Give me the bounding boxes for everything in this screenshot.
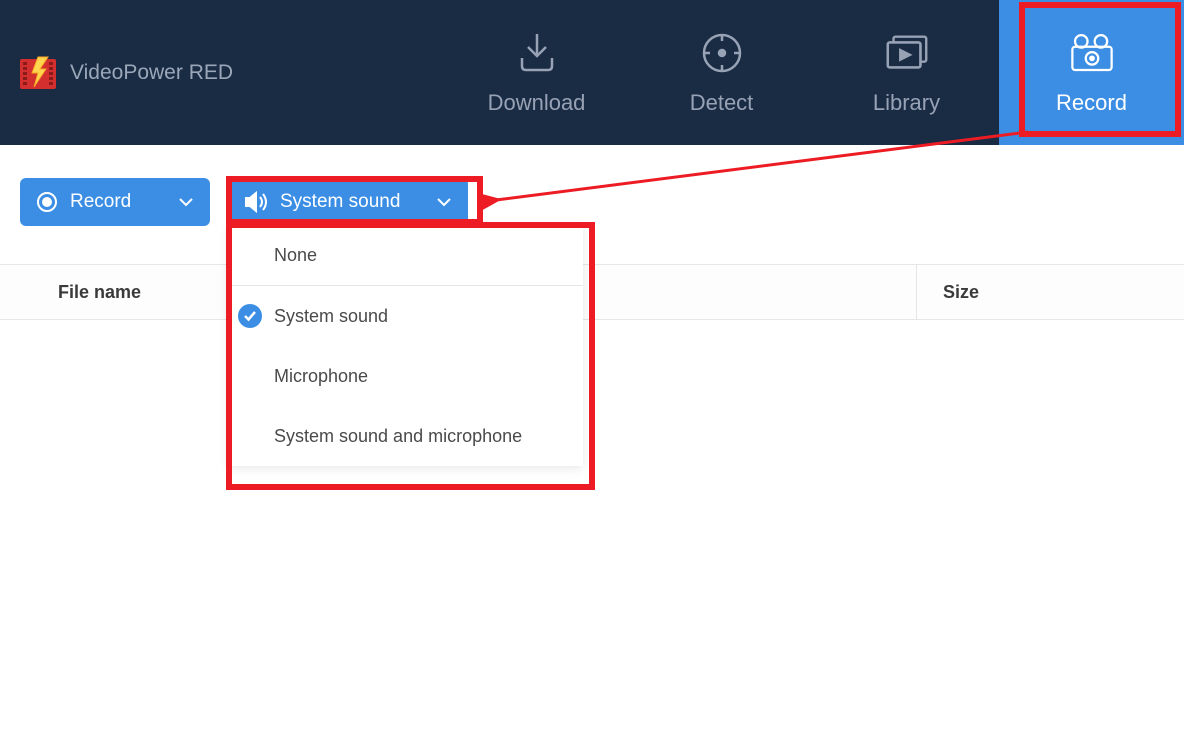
dropdown-item-label: None	[274, 245, 317, 266]
logo-area: VideoPower RED	[20, 55, 233, 91]
nav-tab-library[interactable]: Library	[814, 0, 999, 145]
toolbar: Record System sound None	[0, 145, 1184, 226]
nav-tab-download[interactable]: Download	[444, 0, 629, 145]
speaker-icon	[244, 191, 268, 213]
audio-source-label: System sound	[280, 191, 424, 213]
app-header: VideoPower RED Download	[0, 0, 1184, 145]
nav-tab-record-label: Record	[1056, 90, 1127, 116]
app-logo-icon	[20, 55, 60, 91]
record-button[interactable]: Record	[20, 178, 210, 226]
dropdown-item-label: System sound	[274, 306, 388, 327]
nav-tab-detect[interactable]: Detect	[629, 0, 814, 145]
dropdown-item-label: System sound and microphone	[274, 426, 522, 447]
nav-tab-detect-label: Detect	[690, 90, 754, 116]
nav-tab-record[interactable]: Record	[999, 0, 1184, 145]
nav-tabs: Download Detect	[444, 0, 1184, 145]
check-icon	[238, 304, 262, 328]
audio-source-dropdown: None System sound Microphone System soun…	[228, 226, 583, 466]
audio-source-button[interactable]: System sound None System sound Microphon	[228, 178, 468, 226]
detect-icon	[697, 30, 747, 76]
library-icon	[882, 30, 932, 76]
dropdown-item-system-and-mic[interactable]: System sound and microphone	[228, 406, 583, 466]
dropdown-item-microphone[interactable]: Microphone	[228, 346, 583, 406]
dropdown-item-label: Microphone	[274, 366, 368, 387]
column-size[interactable]: Size	[916, 265, 1184, 319]
download-icon	[512, 30, 562, 76]
dropdown-item-none[interactable]: None	[228, 226, 583, 286]
table-header: File name Size	[0, 264, 1184, 320]
dropdown-item-system-sound[interactable]: System sound	[228, 286, 583, 346]
nav-tab-download-label: Download	[488, 90, 586, 116]
record-circle-icon	[36, 191, 58, 213]
record-icon	[1067, 30, 1117, 76]
record-button-label: Record	[70, 191, 166, 213]
chevron-down-icon	[178, 197, 194, 207]
chevron-down-icon	[436, 197, 452, 207]
nav-tab-library-label: Library	[873, 90, 940, 116]
app-title: VideoPower RED	[70, 61, 233, 85]
